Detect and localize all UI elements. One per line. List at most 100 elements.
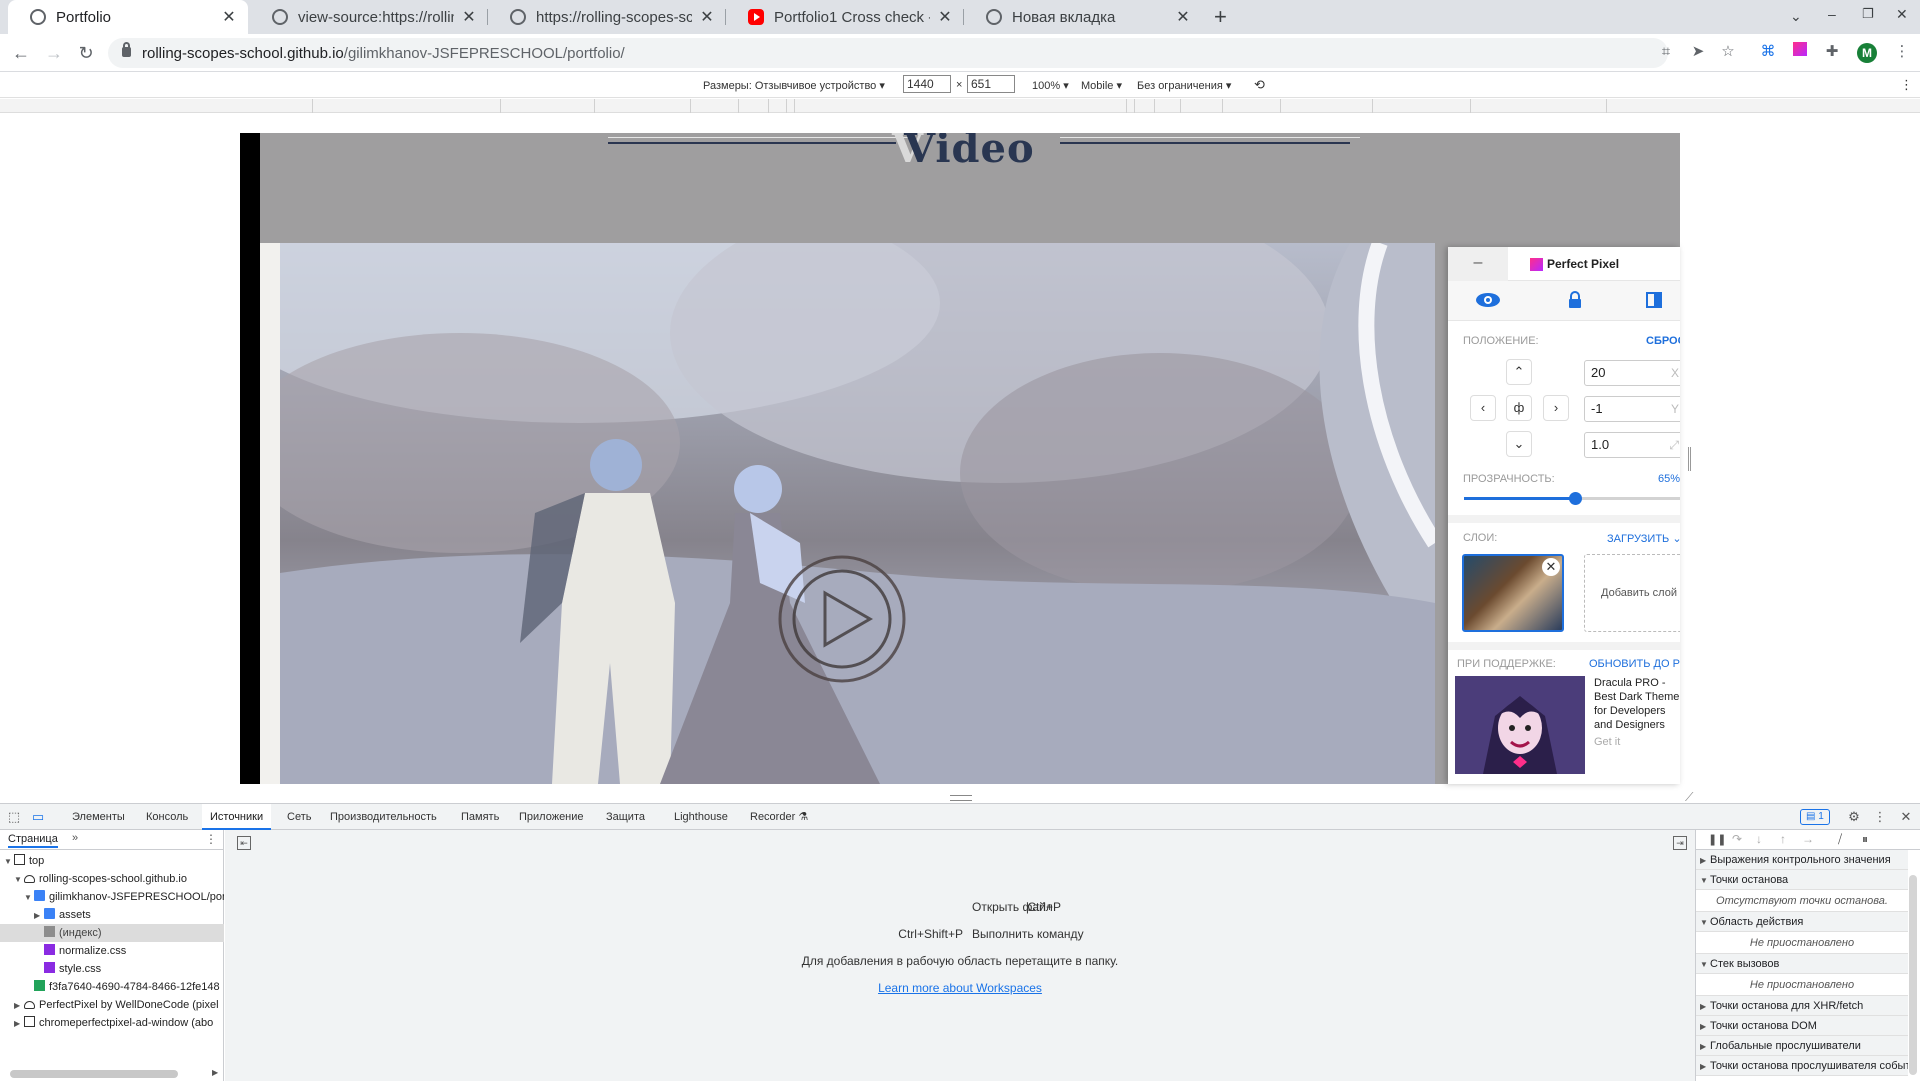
tree-item[interactable]: style.css: [0, 960, 224, 978]
tree-item[interactable]: ▼ top: [0, 852, 224, 870]
window-close-icon[interactable]: ✕: [1896, 6, 1908, 23]
devtools-close-icon[interactable]: ✕: [1898, 809, 1914, 825]
navigator-scrollbar[interactable]: [10, 1070, 178, 1078]
minimize-icon[interactable]: –: [1828, 6, 1836, 22]
close-icon[interactable]: ✕: [1174, 7, 1192, 27]
debugger-section-header[interactable]: ▶ Глобальные прослушиватели: [1696, 1036, 1908, 1056]
delete-layer-icon[interactable]: ✕: [1542, 558, 1560, 576]
eye-icon[interactable]: [1475, 292, 1501, 308]
navigator-tab-page[interactable]: Страница: [8, 833, 58, 848]
video-player[interactable]: [280, 243, 1435, 784]
frame-resize-handle-bottom[interactable]: [950, 795, 972, 801]
tab-portfolio[interactable]: Portfolio ✕: [8, 0, 248, 34]
move-up-button[interactable]: ⌃: [1506, 359, 1532, 385]
debugger-section-header[interactable]: ▶ Выражения контрольного значения: [1696, 850, 1908, 870]
show-debugger-icon[interactable]: ⇥: [1673, 836, 1687, 850]
tree-item[interactable]: f3fa7640-4690-4784-8466-12fe148: [0, 978, 224, 996]
layer-thumbnail[interactable]: ✕: [1462, 554, 1564, 632]
height-input[interactable]: 651: [967, 75, 1015, 93]
close-icon[interactable]: ✕: [460, 7, 478, 27]
close-icon[interactable]: ✕: [698, 7, 716, 27]
send-icon[interactable]: ➤: [1688, 42, 1708, 62]
throttle-dropdown[interactable]: Mobile ▾: [1081, 79, 1122, 92]
pause-icon[interactable]: ❚❚: [1708, 833, 1726, 846]
tab-youtube[interactable]: Portfolio1 Cross check - Yo ✕: [726, 0, 964, 34]
perfect-pixel-extension-icon[interactable]: [1790, 42, 1810, 62]
scroll-right-icon[interactable]: ▶: [212, 1068, 218, 1077]
x-position-input[interactable]: 20 X: [1584, 360, 1680, 386]
expand-arrow-down-icon[interactable]: ▼: [24, 889, 34, 906]
upload-link[interactable]: ЗАГРУЗИТЬ ⌄: [1607, 532, 1680, 545]
tab-lighthouse[interactable]: Lighthouse: [666, 804, 736, 830]
frame-resize-grip-vertical[interactable]: [1688, 447, 1691, 471]
inspect-element-icon[interactable]: ⬚: [6, 809, 22, 825]
profile-avatar[interactable]: M: [1857, 43, 1877, 63]
devtools-menu-icon[interactable]: ⋮: [1872, 809, 1888, 825]
restore-icon[interactable]: ❐: [1862, 6, 1874, 22]
tab-application[interactable]: Приложение: [511, 804, 592, 830]
debugger-section-header[interactable]: ▶ Точки останова DOM: [1696, 1016, 1908, 1036]
tab-rolling-scopes[interactable]: https://rolling-scopes-sch ✕: [488, 0, 726, 34]
tree-item[interactable]: (индекс): [0, 924, 224, 942]
pp-minimize-button[interactable]: –: [1448, 247, 1508, 281]
play-button[interactable]: [780, 559, 904, 683]
reload-icon[interactable]: ↻: [75, 42, 97, 64]
center-button[interactable]: ф: [1506, 395, 1532, 421]
translate-icon[interactable]: ⌗: [1656, 42, 1676, 62]
invert-icon[interactable]: [1646, 292, 1662, 308]
tree-item[interactable]: ▶ assets: [0, 906, 224, 924]
add-layer-button[interactable]: Добавить слой: [1584, 554, 1680, 632]
zoom-dropdown[interactable]: 100% ▾: [1032, 79, 1069, 92]
move-right-button[interactable]: ›: [1543, 395, 1569, 421]
navigator-more[interactable]: »: [72, 832, 78, 844]
device-toggle-icon[interactable]: ▭: [30, 809, 46, 825]
device-menu-icon[interactable]: ⋮: [1900, 77, 1913, 93]
navigator-menu-icon[interactable]: ⋮: [205, 832, 217, 846]
debugger-section-header[interactable]: ▼ Стек вызовов: [1696, 954, 1908, 974]
network-dropdown[interactable]: Без ограничения ▾: [1137, 79, 1231, 92]
tab-console[interactable]: Консоль: [138, 804, 196, 830]
expand-arrow-down-icon[interactable]: ▼: [14, 871, 24, 888]
step-into-icon[interactable]: ↓: [1756, 832, 1762, 846]
back-arrow-icon[interactable]: ←: [10, 42, 32, 64]
close-icon[interactable]: ✕: [220, 7, 238, 27]
tab-search-icon[interactable]: ⌄: [1790, 8, 1802, 25]
debugger-section-header[interactable]: ▼ Область действия: [1696, 912, 1908, 932]
move-down-button[interactable]: ⌄: [1506, 431, 1532, 457]
width-input[interactable]: 1440: [903, 75, 951, 93]
tab-view-source[interactable]: view-source:https://rollin ✕: [250, 0, 488, 34]
move-left-button[interactable]: ‹: [1470, 395, 1496, 421]
tree-item[interactable]: ▶ PerfectPixel by WellDoneCode (pixel: [0, 996, 224, 1014]
expand-arrow-right-icon[interactable]: ▶: [14, 1015, 24, 1032]
debugger-scrollbar[interactable]: [1909, 875, 1917, 1075]
tree-item[interactable]: ▼ gilimkhanov-JSFEPRESCHOOL/por: [0, 888, 224, 906]
deactivate-breakpoints-icon[interactable]: ⧸: [1838, 832, 1842, 847]
tree-item[interactable]: ▼ rolling-scopes-school.github.io: [0, 870, 224, 888]
address-bar[interactable]: rolling-scopes-school.github.io/gilimkha…: [108, 38, 1668, 68]
issues-badge[interactable]: ▤ 1: [1800, 809, 1830, 825]
ad-text[interactable]: Dracula PRO - Best Dark Theme for Develo…: [1594, 676, 1680, 732]
step-out-icon[interactable]: ↑: [1780, 832, 1786, 846]
scale-input[interactable]: 1.0 ⤢: [1584, 432, 1680, 458]
tab-new[interactable]: Новая вкладка ✕: [964, 0, 1202, 34]
rotate-icon[interactable]: ⟲: [1254, 77, 1265, 93]
ad-cta[interactable]: Get it: [1594, 736, 1620, 748]
tab-memory[interactable]: Память: [453, 804, 507, 830]
learn-more-workspaces-link[interactable]: Learn more about Workspaces: [878, 981, 1042, 995]
tab-sources[interactable]: Источники: [202, 804, 272, 830]
dimensions-dropdown[interactable]: Размеры: Отзывчивое устройство ▾: [703, 79, 885, 92]
media-query-ruler[interactable]: [0, 99, 1920, 113]
close-icon[interactable]: ✕: [936, 7, 954, 27]
menu-kebab-icon[interactable]: ⋮: [1892, 42, 1912, 62]
tab-network[interactable]: Сеть: [279, 804, 319, 830]
expand-arrow-down-icon[interactable]: ▼: [4, 853, 14, 870]
dracula-ad-image[interactable]: [1455, 676, 1585, 774]
forward-arrow-icon[interactable]: →: [43, 42, 65, 64]
step-over-icon[interactable]: ↷: [1732, 832, 1742, 846]
lock-icon[interactable]: [1568, 291, 1582, 309]
expand-arrow-right-icon[interactable]: ▶: [34, 907, 44, 924]
debugger-section-header[interactable]: ▶ Точки останова прослушивателя событ: [1696, 1056, 1908, 1076]
google-translate-icon[interactable]: ⌘: [1758, 42, 1778, 62]
tab-performance[interactable]: Производительность: [322, 804, 445, 830]
bookmark-star-icon[interactable]: ☆: [1718, 42, 1738, 62]
